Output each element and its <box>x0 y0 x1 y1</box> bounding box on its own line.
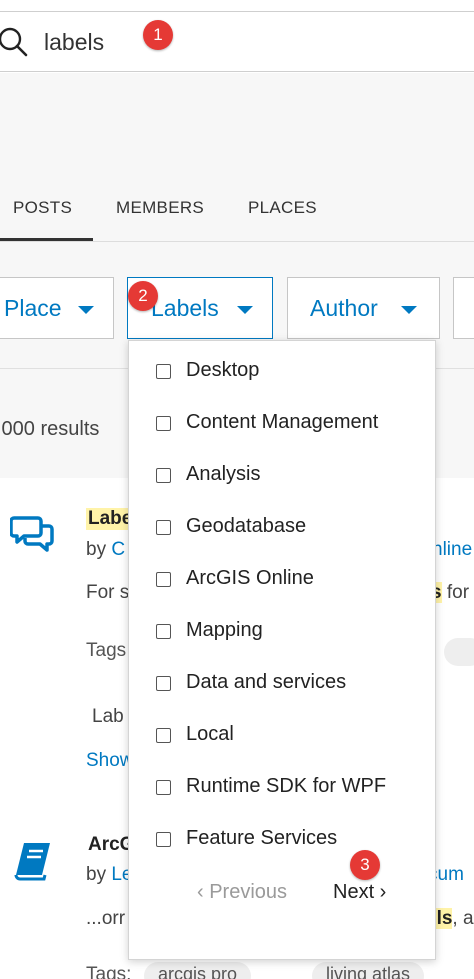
option-label: ArcGIS Online <box>186 567 314 589</box>
result-snippet-tail: for <box>441 582 470 603</box>
result-snippet: For s <box>86 582 130 603</box>
tab-places[interactable]: PLACES <box>248 198 317 218</box>
labels-filter-label: Labels <box>151 295 219 321</box>
tag-pill[interactable] <box>444 638 474 666</box>
top-strip <box>0 0 474 12</box>
label-option-arcgis-online[interactable]: ArcGIS Online <box>129 563 437 603</box>
show-more-link[interactable]: Show <box>86 750 134 772</box>
checkbox[interactable] <box>156 676 171 691</box>
author-filter-label: Author <box>310 295 378 321</box>
checkbox[interactable] <box>156 520 171 535</box>
option-label: Content Management <box>186 411 379 433</box>
previous-page-button[interactable]: ‹ Previous <box>197 881 287 904</box>
label-option-mapping[interactable]: Mapping <box>129 615 437 655</box>
place-filter-button[interactable]: Place <box>0 277 114 339</box>
caret-down-icon <box>237 306 253 314</box>
next-page-button[interactable]: Next › <box>333 881 386 904</box>
result-snippet: ...orr <box>86 908 126 929</box>
place-filter-label: Place <box>4 295 62 321</box>
by-prefix: by <box>86 539 107 560</box>
result-tags-label: Tags <box>86 640 127 661</box>
result-label: Lab <box>92 706 124 727</box>
caret-down-icon <box>78 306 94 314</box>
checkbox[interactable] <box>156 468 171 483</box>
option-label: Runtime SDK for WPF <box>186 775 387 797</box>
caret-down-icon <box>401 306 417 314</box>
book-icon <box>14 843 50 881</box>
tab-bar: POSTS MEMBERS PLACES <box>0 180 474 242</box>
option-label: Analysis <box>186 463 261 485</box>
result-byline: by Le <box>86 864 133 886</box>
step-badge-3: 3 <box>350 850 380 880</box>
label-option-local[interactable]: Local <box>129 719 437 759</box>
result-tags-label: Tags: <box>86 964 132 979</box>
label-option-feature-services[interactable]: Feature Services <box>129 823 437 863</box>
search-input[interactable] <box>44 20 444 64</box>
checkbox[interactable] <box>156 624 171 639</box>
search-icon[interactable] <box>0 25 28 59</box>
option-label: Local <box>186 723 234 745</box>
option-label: Geodatabase <box>186 515 307 537</box>
step-badge-2: 2 <box>128 281 158 311</box>
tab-posts[interactable]: POSTS <box>13 198 72 218</box>
option-label: Desktop <box>186 359 260 381</box>
label-option-analysis[interactable]: Analysis <box>129 459 437 499</box>
chat-bubbles-icon <box>10 516 54 552</box>
option-label: Mapping <box>186 619 263 641</box>
label-option-runtime-sdk-wpf[interactable]: Runtime SDK for WPF <box>129 771 437 811</box>
option-label: Data and services <box>186 671 347 693</box>
tag-pill[interactable]: arcgis pro <box>144 962 252 979</box>
more-filter-button[interactable] <box>453 277 474 339</box>
checkbox[interactable] <box>156 780 171 795</box>
label-option-content-management[interactable]: Content Management <box>129 407 437 447</box>
labels-dropdown: Desktop Content Management Analysis Geod… <box>128 340 436 960</box>
checkbox[interactable] <box>156 416 171 431</box>
tag-pill[interactable]: living atlas <box>312 962 425 979</box>
result-place-link[interactable]: nline <box>432 539 472 561</box>
by-prefix: by <box>86 864 107 885</box>
search-bar <box>0 12 474 72</box>
author-filter-button[interactable]: Author <box>287 277 440 339</box>
result-byline: by C <box>86 539 125 561</box>
step-badge-1: 1 <box>143 20 173 50</box>
tab-members[interactable]: MEMBERS <box>116 198 204 218</box>
checkbox[interactable] <box>156 572 171 587</box>
label-option-data-and-services[interactable]: Data and services <box>129 667 437 707</box>
results-count: ,000 results <box>0 418 100 440</box>
checkbox[interactable] <box>156 728 171 743</box>
label-option-desktop[interactable]: Desktop <box>129 355 437 395</box>
label-option-geodatabase[interactable]: Geodatabase <box>129 511 437 551</box>
result-author-link[interactable]: C <box>111 539 125 560</box>
checkbox[interactable] <box>156 832 171 847</box>
checkbox[interactable] <box>156 364 171 379</box>
result-snippet-tail: , a <box>452 908 474 929</box>
option-label: Feature Services <box>186 827 338 849</box>
